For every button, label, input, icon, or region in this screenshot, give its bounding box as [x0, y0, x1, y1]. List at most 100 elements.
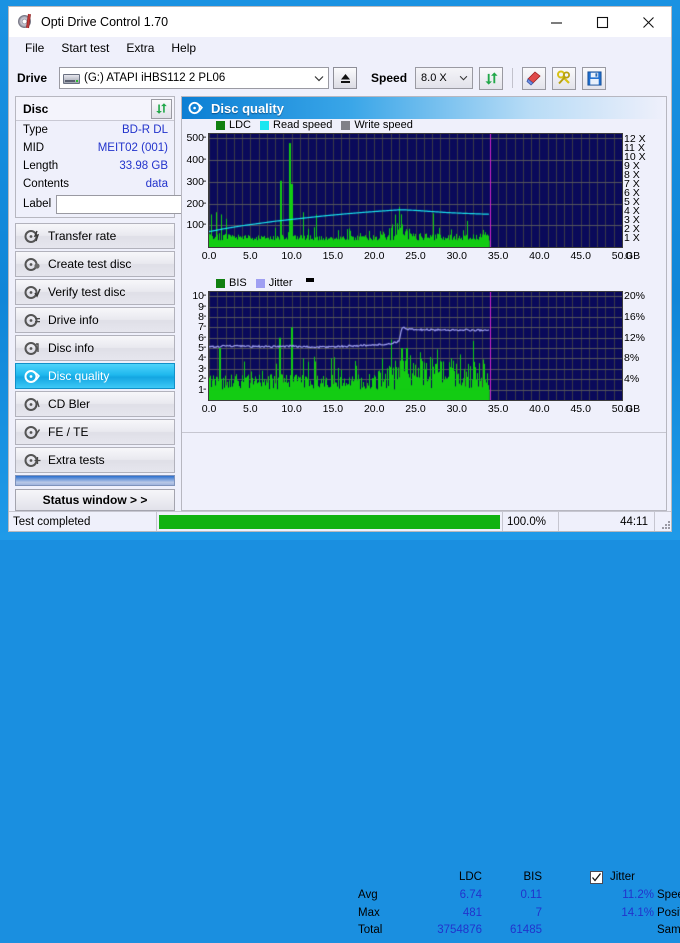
- y-tick-mark: -: [203, 131, 207, 144]
- speed-label: Speed: [371, 71, 408, 85]
- minimize-button[interactable]: [533, 8, 579, 37]
- drive-select[interactable]: (G:) ATAPI iHBS112 2 PL06: [59, 67, 330, 89]
- stats-position-label: Position: [657, 907, 680, 919]
- tools-button[interactable]: [552, 66, 577, 90]
- legend-swatch-write-speed: [341, 120, 351, 130]
- y2-tick-label: 20%: [624, 290, 646, 303]
- disc-info-icon: [24, 313, 41, 328]
- disc-verify-icon: [24, 285, 41, 300]
- sidebar-label: Verify test disc: [48, 285, 126, 299]
- x-tick-label: 25.0: [405, 403, 426, 415]
- disc-length-key: Length: [23, 160, 59, 172]
- y-tick-label: 3: [198, 362, 204, 375]
- maximize-button[interactable]: [579, 8, 625, 37]
- disc-refresh-button[interactable]: [151, 98, 172, 119]
- sidebar-item-fe-te[interactable]: FE / TE: [15, 419, 175, 445]
- x-tick-label: 35.0: [487, 403, 509, 415]
- stats-header-ldc: LDC: [458, 871, 482, 883]
- sidebar-item-disc-quality[interactable]: Disc quality: [15, 363, 175, 389]
- chart2-legend: BIS Jitter: [216, 277, 314, 289]
- y-tick-mark: -: [203, 174, 207, 187]
- panel-title: Disc quality: [211, 100, 284, 116]
- disc-label-row: Label: [16, 193, 231, 217]
- y2-tick-label: 8%: [624, 352, 640, 365]
- drive-label: Drive: [17, 71, 48, 85]
- toolbar: Drive (G:) ATAPI iHBS112 2 PL06 Speed 8.…: [9, 60, 671, 96]
- stats-row-label-avg: Avg: [358, 889, 378, 901]
- eject-button[interactable]: [333, 67, 358, 89]
- sidebar-label: CD Bler: [48, 397, 91, 411]
- sidebar-item-transfer-rate[interactable]: Transfer rate: [15, 223, 175, 249]
- disc-row-contents: Contents data: [16, 175, 174, 193]
- stats-speed-label: Speed: [657, 889, 680, 901]
- y-tick-label: 5: [198, 342, 204, 355]
- sidebar-label: Extra tests: [48, 453, 105, 467]
- y2-tick-label: 12 X: [624, 132, 646, 145]
- disc-transfer-icon: [24, 229, 41, 244]
- close-button[interactable]: [625, 8, 671, 37]
- disc-panel-title: Disc: [23, 101, 49, 116]
- window-title: Opti Drive Control 1.70: [41, 15, 169, 29]
- x-tick-label: 10.0: [281, 403, 302, 415]
- legend-swatch-bis: [216, 278, 225, 288]
- sidebar-label: Transfer rate: [48, 229, 117, 243]
- status-window-button[interactable]: Status window > >: [15, 489, 175, 511]
- stats-avg-bis: 0.11: [520, 889, 542, 901]
- x-tick-label: 25.0: [405, 250, 426, 262]
- x-tick-label: 40.0: [529, 403, 550, 415]
- menu-start-test[interactable]: Start test: [53, 39, 118, 58]
- elapsed-time: 44:11: [559, 512, 655, 531]
- menu-help[interactable]: Help: [163, 39, 205, 58]
- sidebar-item-create-test-disc[interactable]: Create test disc: [15, 251, 175, 277]
- sidebar-label: Disc quality: [48, 369, 110, 383]
- sidebar-label: Create test disc: [48, 257, 132, 271]
- disc-panel-header: Disc: [16, 97, 174, 121]
- disc-contents-value: data: [145, 178, 168, 190]
- resize-grip-icon[interactable]: [655, 512, 671, 531]
- stats-header-bis: BIS: [523, 871, 542, 883]
- stats-max-bis: 7: [535, 907, 542, 919]
- menu-extra[interactable]: Extra: [118, 39, 163, 58]
- title-bar: Opti Drive Control 1.70: [9, 7, 671, 37]
- sidebar-label: Drive info: [48, 313, 99, 327]
- stats-header-jitter: Jitter: [610, 871, 635, 883]
- y-tick-label: 10: [192, 290, 204, 303]
- sidebar-label: FE / TE: [48, 425, 89, 439]
- sidebar-item-cd-bler[interactable]: CD Bler: [15, 391, 175, 417]
- save-button[interactable]: [582, 66, 607, 90]
- disc-quality-icon: [188, 101, 204, 115]
- chart2-plot-area: [208, 291, 623, 401]
- content-panel: Disc quality LDC Read speed Write speed …: [181, 96, 680, 936]
- sidebar-label: Disc info: [48, 341, 95, 355]
- legend-swatch-read-speed: [260, 120, 270, 130]
- x-tick-label: 10.0: [281, 250, 302, 262]
- sidebar-item-disc-info[interactable]: Disc info: [15, 335, 175, 361]
- jitter-checkbox[interactable]: [590, 871, 603, 884]
- progress-percent: 100.0%: [503, 512, 559, 531]
- sidebar-item-extra-tests[interactable]: Extra tests: [15, 447, 175, 473]
- stats-max-jitter: 14.1%: [621, 907, 654, 919]
- disc-row-type: Type BD-R DL: [16, 121, 174, 139]
- disc-extra-icon: [24, 453, 41, 468]
- sidebar-item-drive-info[interactable]: Drive info: [15, 307, 175, 333]
- x-tick-label: 15.0: [322, 403, 344, 415]
- speed-select[interactable]: 8.0 X: [415, 67, 474, 89]
- status-bar: Test completed 100.0% 44:11: [9, 511, 671, 531]
- optical-drive-icon: [63, 71, 81, 85]
- y-tick-label: 500: [186, 132, 204, 145]
- legend-swatch-extra: [305, 278, 314, 282]
- x-axis-label: GB: [625, 250, 641, 262]
- x-tick-label: 20.0: [363, 403, 385, 415]
- chart1-legend: LDC Read speed Write speed: [216, 119, 418, 131]
- sidebar-filler: [15, 475, 175, 486]
- application-window: Opti Drive Control 1.70 File Start test …: [8, 6, 680, 936]
- refresh-button[interactable]: [479, 66, 504, 90]
- sidebar-item-verify-test-disc[interactable]: Verify test disc: [15, 279, 175, 305]
- y-tick-label: 100: [186, 219, 204, 232]
- menu-file[interactable]: File: [17, 39, 53, 58]
- nav-list: Transfer rate Create test disc Verify te…: [15, 223, 175, 473]
- panel-header: Disc quality: [182, 97, 666, 119]
- erase-button[interactable]: [522, 66, 547, 90]
- legend-label-read-speed: Read speed: [273, 119, 333, 131]
- y-tick-mark: -: [203, 218, 207, 231]
